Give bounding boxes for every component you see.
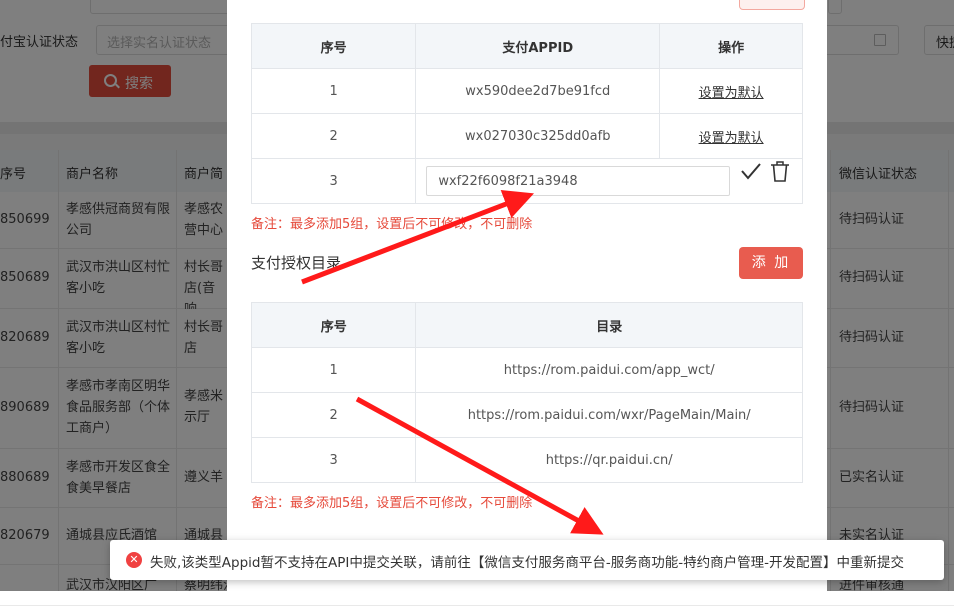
arrow-to-toast [355, 396, 604, 535]
annotation-arrows [301, 190, 604, 535]
arrow-to-appid [301, 190, 535, 285]
